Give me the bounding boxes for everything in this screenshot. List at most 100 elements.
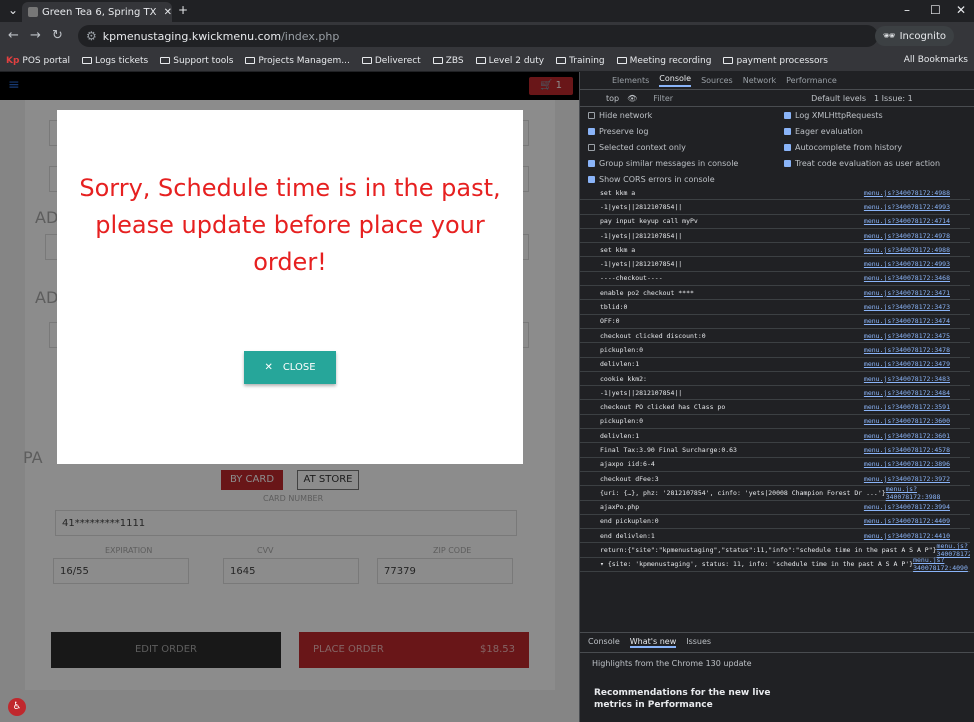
bookmark-item[interactable]: Deliverect (361, 55, 421, 66)
log-message: ▾ {site: 'kpmenustaging', status: 11, in… (600, 560, 914, 569)
log-source-link[interactable]: menu.js?340078172:3468 (864, 274, 950, 282)
log-source-link[interactable]: menu.js?340078172:4714 (864, 217, 950, 225)
log-source-link[interactable]: menu.js?340078172:3478 (864, 346, 950, 354)
log-source-link[interactable]: menu.js?340078172:4409 (864, 517, 950, 525)
tab-elements[interactable]: Elements (612, 76, 649, 85)
drawer-tab-issues[interactable]: Issues (686, 637, 711, 648)
setting-treat-code[interactable]: Treat code evaluation as user action (784, 159, 940, 168)
bookmark-label: Support tools (173, 55, 234, 66)
maximize-icon[interactable]: ☐ (930, 3, 941, 17)
log-message: OFF:0 (600, 317, 620, 326)
setting-selected-context[interactable]: Selected context only (588, 143, 686, 152)
bookmark-item[interactable]: Support tools (160, 56, 233, 66)
log-source-link[interactable]: menu.js?340078172:3479 (864, 360, 950, 368)
setting-hide-network[interactable]: Hide network (588, 111, 652, 120)
setting-autocomplete[interactable]: Autocomplete from history (784, 143, 902, 152)
accessibility-icon[interactable]: ♿ (8, 698, 26, 716)
bookmark-item[interactable]: Kp POS portal (6, 56, 70, 66)
browser-tab[interactable]: Green Tea 6, Spring TX 2024-11 ✕ (22, 2, 172, 22)
log-source-link[interactable]: menu.js?340078172:4988 (864, 189, 950, 197)
log-source-link[interactable]: menu.js?340078172:3471 (864, 289, 950, 297)
bookmark-label: Training (569, 55, 605, 66)
incognito-badge[interactable]: 🕶 Incognito (874, 26, 954, 46)
drawer-tab-whats-new[interactable]: What's new (629, 637, 677, 648)
new-tab-icon[interactable]: + (178, 3, 188, 17)
context-select[interactable]: top (606, 94, 619, 103)
bookmark-item[interactable]: ZBS (432, 56, 464, 66)
log-message: end delivlen:1 (600, 531, 655, 540)
tab-close-icon[interactable]: ✕ (164, 7, 172, 18)
tab-network[interactable]: Network (743, 76, 776, 85)
log-source-link[interactable]: menu.js?340078172:3601 (864, 432, 950, 440)
console-log-row: -1|yets||2812107854|| menu.js?340078172:4… (580, 200, 970, 215)
modal-message: Sorry, Schedule time is in the past, ple… (79, 174, 501, 276)
setting-cors-errors[interactable]: Show CORS errors in console (588, 175, 715, 184)
console-toolbar: top 👁 Filter Default levels 1 Issue: 1 (580, 90, 974, 107)
setting-eager-eval[interactable]: Eager evaluation (784, 127, 863, 136)
close-button[interactable]: ✕ CLOSE (244, 351, 336, 384)
close-window-icon[interactable]: ✕ (956, 3, 966, 17)
address-bar[interactable]: ⚙ kpmenustaging.kwickmenu.com/index.php (78, 25, 878, 47)
bookmark-item[interactable]: Logs tickets (81, 55, 149, 66)
log-source-link[interactable]: menu.js?340078172:3994 (864, 503, 950, 511)
reload-icon[interactable]: ↻ (52, 28, 63, 43)
tab-console[interactable]: Console (659, 74, 692, 87)
log-source-link[interactable]: menu.js?340078172:3600 (864, 417, 950, 425)
favicon-icon (28, 7, 38, 17)
checkbox-icon (784, 160, 791, 167)
log-source-link[interactable]: menu.js?340078172:3591 (864, 403, 950, 411)
log-message: cookie kkm2: (600, 374, 647, 383)
log-message: checkout clicked discount:0 (600, 331, 706, 340)
bookmark-item[interactable]: Level 2 duty (475, 56, 544, 66)
console-log-row: ----checkout---- menu.js?340078172:3468 (580, 272, 970, 287)
levels-select[interactable]: Default levels (811, 94, 866, 103)
bookmark-label: Logs tickets (94, 55, 149, 66)
back-icon[interactable]: ← (8, 28, 19, 43)
log-source-link[interactable]: menu.js?340078172:3484 (864, 389, 950, 397)
bookmark-item[interactable]: Meeting recording (616, 56, 711, 66)
bookmark-label: Projects Managem... (258, 55, 350, 66)
log-source-link[interactable]: menu.js?340078172:3475 (864, 332, 950, 340)
tab-performance[interactable]: Performance (786, 76, 837, 85)
filter-input[interactable]: Filter (653, 94, 673, 103)
console-log-row: pickuplen:0 menu.js?340078172:3478 (580, 343, 970, 358)
checkbox-icon (784, 112, 791, 119)
log-source-link[interactable]: menu.js?340078172:3483 (864, 375, 950, 383)
log-message: return:{"site":"kpmenustaging","status":… (600, 546, 937, 555)
log-source-link[interactable]: menu.js?340078172:3474 (864, 317, 950, 325)
bookmark-item[interactable]: payment processors (723, 56, 828, 66)
tab-search-icon[interactable]: ⌄ (8, 3, 18, 17)
log-source-link[interactable]: menu.js?340078172:4578 (864, 446, 950, 454)
log-source-link[interactable]: menu.js?340078172:4090 (913, 556, 968, 572)
setting-preserve-log[interactable]: Preserve log (588, 127, 649, 136)
issues-count[interactable]: 1 Issue: 1 (874, 94, 913, 103)
recommendations-heading: Recommendations for the new live metrics… (594, 688, 771, 710)
setting-log-xhr[interactable]: Log XMLHttpRequests (784, 111, 883, 120)
log-source-link[interactable]: menu.js?340078172:3473 (864, 303, 950, 311)
forward-icon[interactable]: → (30, 28, 41, 43)
folder-icon (81, 57, 92, 64)
log-source-link[interactable]: menu.js?340078172:4978 (864, 232, 950, 240)
all-bookmarks[interactable]: All Bookmarks (904, 55, 968, 65)
log-message: -1|yets||2812107854|| (600, 260, 683, 269)
setting-label: Show CORS errors in console (599, 175, 715, 184)
log-source-link[interactable]: menu.js?340078172:3972 (864, 475, 950, 483)
log-source-link[interactable]: menu.js?340078172:3988 (886, 485, 950, 501)
log-source-link[interactable]: menu.js?340078172:4993 (864, 203, 950, 211)
minimize-icon[interactable]: – (904, 3, 910, 17)
setting-label: Log XMLHttpRequests (795, 111, 883, 120)
log-message: pickuplen:0 (600, 417, 644, 426)
bookmark-item[interactable]: Training (556, 56, 605, 66)
bookmark-label: POS portal (22, 55, 70, 66)
log-source-link[interactable]: menu.js?340078172:4988 (864, 246, 950, 254)
log-source-link[interactable]: menu.js?340078172:4993 (864, 260, 950, 268)
bookmark-item[interactable]: Projects Managem... (245, 55, 350, 66)
bookmark-label: Deliverect (374, 55, 421, 66)
tab-sources[interactable]: Sources (701, 76, 733, 85)
site-info-icon[interactable]: ⚙ (86, 29, 97, 43)
setting-group-similar[interactable]: Group similar messages in console (588, 159, 738, 168)
drawer-tab-console[interactable]: Console (588, 637, 620, 648)
log-source-link[interactable]: menu.js?340078172:4410 (864, 532, 950, 540)
log-source-link[interactable]: menu.js?340078172:3896 (864, 460, 950, 468)
eye-icon[interactable]: 👁 (627, 94, 637, 103)
